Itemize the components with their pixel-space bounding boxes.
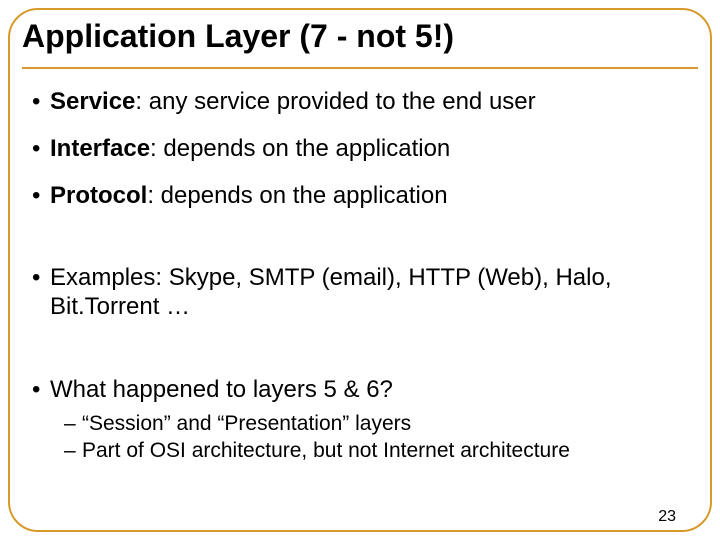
- spacer: [32, 340, 688, 368]
- bullet-examples: Examples: Skype, SMTP (email), HTTP (Web…: [32, 264, 688, 322]
- sub-bullet-session: “Session” and “Presentation” layers: [64, 411, 688, 436]
- slide-title: Application Layer (7 - not 5!): [22, 14, 698, 65]
- spacer: [32, 228, 688, 256]
- page-number: 23: [658, 508, 676, 526]
- slide-body: Service: any service provided to the end…: [32, 80, 688, 465]
- bullet-layers56-text: What happened to layers 5 & 6?: [50, 376, 393, 403]
- title-area: Application Layer (7 - not 5!): [22, 14, 698, 69]
- bullet-protocol-text: : depends on the application: [147, 182, 447, 209]
- bullet-protocol: Protocol: depends on the application: [32, 182, 688, 211]
- bullet-interface-label: Interface: [50, 135, 150, 162]
- slide: Application Layer (7 - not 5!) Service: …: [0, 0, 720, 540]
- bullet-protocol-label: Protocol: [50, 182, 147, 209]
- bullet-interface: Interface: depends on the application: [32, 135, 688, 164]
- title-underline: [22, 67, 698, 69]
- sub-bullet-osi: Part of OSI architecture, but not Intern…: [64, 438, 688, 463]
- bullet-examples-text: Examples: Skype, SMTP (email), HTTP (Web…: [50, 264, 611, 320]
- bullet-interface-text: : depends on the application: [150, 135, 450, 162]
- bullet-layers56: What happened to layers 5 & 6?: [32, 376, 688, 405]
- sub-bullet-osi-text: Part of OSI architecture, but not Intern…: [82, 439, 570, 462]
- bullet-service-text: : any service provided to the end user: [135, 88, 535, 115]
- bullet-service: Service: any service provided to the end…: [32, 88, 688, 117]
- sub-bullet-session-text: “Session” and “Presentation” layers: [82, 412, 411, 435]
- bullet-service-label: Service: [50, 88, 135, 115]
